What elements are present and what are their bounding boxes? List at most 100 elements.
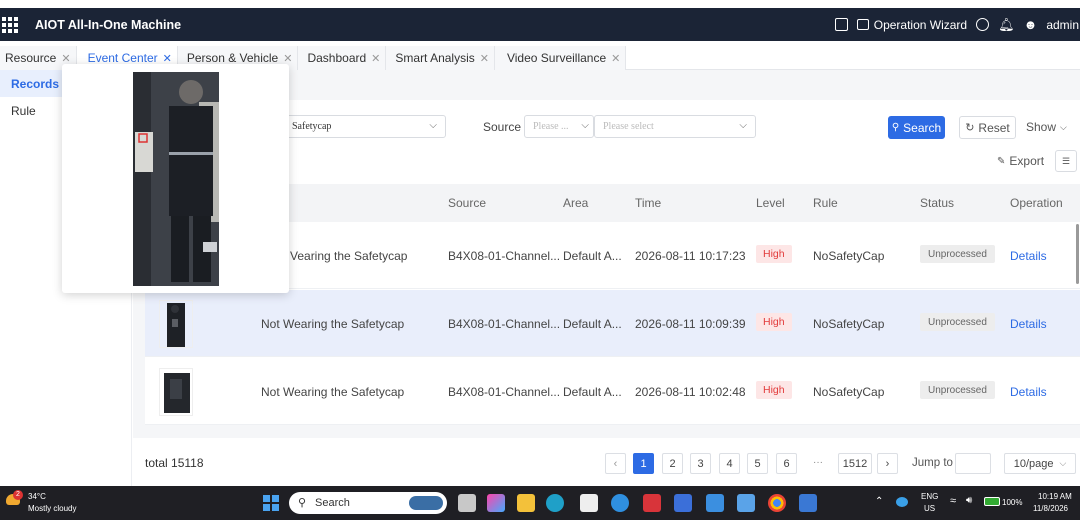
status-badge: Unprocessed <box>920 313 995 331</box>
snapshot-thumbnail[interactable] <box>159 300 193 348</box>
search-button-label: Search <box>903 120 942 135</box>
close-icon[interactable]: ✕ <box>480 52 489 65</box>
next-page-button[interactable]: › <box>877 453 898 474</box>
apps-grid-icon[interactable] <box>2 16 18 33</box>
windows-start-icon[interactable] <box>263 495 279 511</box>
close-icon[interactable]: ✕ <box>283 52 292 65</box>
search-button[interactable]: ⚲ Search <box>888 116 945 139</box>
details-link[interactable]: Details <box>1010 249 1047 263</box>
wizard-icon <box>856 19 869 30</box>
total-count: total 15118 <box>145 456 204 470</box>
user-icon[interactable]: ☻ <box>1024 17 1038 32</box>
close-icon[interactable]: ✕ <box>61 52 70 65</box>
volume-icon[interactable]: 🔊︎ <box>966 495 972 506</box>
language-top[interactable]: ENG <box>921 492 938 501</box>
last-page-button[interactable]: 1512 <box>838 453 872 474</box>
search-icon: ⚲ <box>891 122 900 133</box>
todo-app-icon[interactable] <box>674 494 692 512</box>
export-button[interactable]: ✎ Export <box>997 154 1044 168</box>
close-icon[interactable]: ✕ <box>371 52 380 65</box>
tab-label: Dashboard <box>307 51 367 65</box>
battery-percent: 100% <box>1002 498 1023 507</box>
taskbar-search[interactable]: ⚲ Search <box>289 492 447 514</box>
rule-cell: NoSafetyCap <box>813 249 885 263</box>
tab-label: Event Center <box>87 51 158 65</box>
mute-icon[interactable] <box>834 18 848 31</box>
clock-date[interactable]: 11/8/2026 <box>1033 504 1068 513</box>
page-2-button[interactable]: 2 <box>662 453 683 474</box>
language-bottom[interactable]: US <box>924 504 935 513</box>
shield-app-icon[interactable] <box>643 494 661 512</box>
source-placeholder: Please select <box>603 121 654 132</box>
show-toggle[interactable]: Show ⌵ <box>1026 120 1067 134</box>
header-time: Time <box>635 196 662 210</box>
user-name[interactable]: admin <box>1046 18 1079 32</box>
level-badge: High <box>756 245 792 263</box>
people-app-icon[interactable] <box>737 494 755 512</box>
page-5-button[interactable]: 5 <box>747 453 768 474</box>
page-6-button[interactable]: 6 <box>776 453 797 474</box>
help-icon[interactable] <box>611 494 629 512</box>
tab-video-surveillance[interactable]: Video Surveillance ✕ <box>494 46 627 70</box>
details-link[interactable]: Details <box>1010 385 1047 399</box>
network-app-icon[interactable] <box>706 494 724 512</box>
page-1-button[interactable]: 1 <box>633 453 654 474</box>
copilot-icon[interactable] <box>487 494 505 512</box>
sidebar-item-records[interactable]: Records <box>0 70 62 97</box>
tab-dashboard[interactable]: Dashboard ✕ <box>298 46 387 70</box>
column-settings-button[interactable]: ☰ <box>1055 150 1077 172</box>
page-size-value: 10/page <box>1013 457 1054 470</box>
task-view-icon[interactable] <box>458 494 476 512</box>
export-icon: ✎ <box>997 155 1006 167</box>
tab-label: Resource <box>5 51 57 65</box>
event-cell: Not Wearing the Safetycap <box>261 317 405 331</box>
remote-desktop-icon[interactable] <box>799 494 817 512</box>
snapshot-thumbnail[interactable] <box>159 368 193 416</box>
tray-app-icon[interactable] <box>896 497 908 507</box>
weather-badge: 2 <box>13 490 23 500</box>
header-level: Level <box>756 196 785 210</box>
tab-smart-analysis[interactable]: Smart Analysis ✕ <box>386 46 495 70</box>
store-icon[interactable] <box>580 494 598 512</box>
file-explorer-icon[interactable] <box>517 494 535 512</box>
info-icon[interactable] <box>976 18 990 31</box>
table-row[interactable]: Not Wearing the Safetycap B4X08-01-Chann… <box>145 358 1080 425</box>
source-select[interactable]: Please select ⌵ <box>594 115 756 138</box>
event-type-select[interactable]: Safetycap ⌵ <box>283 115 446 138</box>
edge-browser-icon[interactable] <box>546 494 564 512</box>
page-size-select[interactable]: 10/page ⌵ <box>1004 453 1076 474</box>
top-border <box>0 0 1080 8</box>
battery-icon[interactable] <box>984 497 1000 506</box>
close-icon[interactable]: ✕ <box>611 52 620 65</box>
jump-to-input[interactable] <box>955 453 991 474</box>
page-4-button[interactable]: 4 <box>719 453 740 474</box>
level-badge: High <box>756 313 792 331</box>
wifi-icon[interactable]: ≈ <box>950 495 956 507</box>
tab-label: Video Surveillance <box>506 51 607 65</box>
operation-wizard-label: Operation Wizard <box>873 17 968 32</box>
title-bar: AIOT All-In-One Machine Operation Wizard… <box>0 8 1080 41</box>
bell-icon[interactable]: 🔔︎ <box>998 17 1015 33</box>
chrome-icon[interactable] <box>768 494 786 512</box>
time-cell: 2026-08-11 10:09:39 <box>635 317 746 331</box>
clock-time[interactable]: 10:19 AM <box>1038 492 1072 501</box>
event-cell: Not Wearing the Safetycap <box>261 385 405 399</box>
vertical-scrollbar[interactable] <box>1076 224 1079 284</box>
reset-button[interactable]: ↻ Reset <box>959 116 1016 139</box>
prev-page-button[interactable]: ‹ <box>605 453 626 474</box>
close-icon[interactable]: ✕ <box>163 52 172 65</box>
source-type-select[interactable]: Please ... ⌵ <box>524 115 594 138</box>
table-row[interactable]: Not Wearing the Safetycap B4X08-01-Chann… <box>145 290 1080 357</box>
operation-wizard-button[interactable]: Operation Wizard <box>856 17 968 32</box>
status-badge: Unprocessed <box>920 381 995 399</box>
windows-taskbar: 2 34°C Mostly cloudy ⚲ Search ⌃ ENG US ≈… <box>0 486 1080 520</box>
taskbar-search-label: Search <box>315 497 350 509</box>
area-cell: Default A... <box>563 317 622 331</box>
tray-chevron-up-icon[interactable]: ⌃ <box>875 496 883 507</box>
level-badge: High <box>756 381 792 399</box>
page-3-button[interactable]: 3 <box>690 453 711 474</box>
worker-snapshot-image <box>160 301 192 347</box>
page-ellipsis[interactable]: ··· <box>813 457 823 468</box>
export-label: Export <box>1009 154 1045 168</box>
details-link[interactable]: Details <box>1010 317 1047 331</box>
